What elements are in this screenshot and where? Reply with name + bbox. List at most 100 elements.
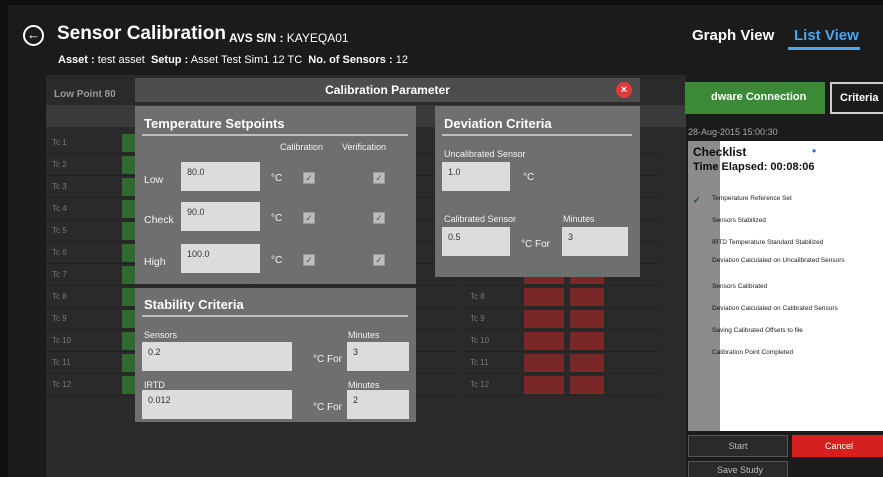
avs-serial: AVS S/N : KAYEQA01	[229, 31, 349, 45]
save-study-button[interactable]: Save Study	[688, 461, 788, 477]
row-label: Tc 8	[52, 292, 67, 301]
verification-low-checkbox[interactable]: ✓	[373, 172, 385, 184]
low-point-label: Low Point 80	[54, 89, 116, 100]
calibrated-minutes-input[interactable]: 3	[562, 227, 628, 256]
row-label: Tc 7	[52, 270, 67, 279]
table-row: Tc 9	[464, 308, 660, 330]
unit-label: °C	[271, 213, 283, 224]
table-cell	[570, 331, 604, 350]
hardware-connection-button[interactable]: dware Connection	[685, 82, 825, 114]
minutes-label: Minutes	[348, 330, 380, 340]
verification-check-checkbox[interactable]: ✓	[373, 212, 385, 224]
calibrated-sensor-label: Calibrated Sensor	[444, 214, 517, 224]
calibration-low-checkbox[interactable]: ✓	[303, 172, 315, 184]
table-row: Tc 10	[464, 330, 660, 352]
deviation-criteria-panel: Deviation Criteria Uncalibrated Sensor 1…	[435, 106, 640, 277]
unit-label: °C	[271, 255, 283, 266]
row-label: Tc 4	[52, 204, 67, 213]
date-time: 28-Aug-2015 15:00:30	[688, 127, 778, 137]
calibration-column-header: Calibration	[280, 142, 324, 152]
table-cell	[570, 287, 604, 306]
checklist-panel: Checklist • Time Elapsed: 00:08:06 ✓ Tem…	[688, 141, 883, 431]
row-label: Tc 11	[470, 358, 489, 367]
close-icon[interactable]: ×	[616, 82, 632, 98]
row-label: Tc 2	[52, 160, 67, 169]
tab-list-view[interactable]: List View	[794, 27, 859, 44]
row-label: Tc 3	[52, 182, 67, 191]
setpoint-high-label: High	[144, 256, 166, 268]
asset-label: Asset :	[58, 54, 95, 66]
active-tab-indicator	[788, 47, 860, 50]
table-cell	[570, 375, 604, 394]
unit-label: °C For	[313, 402, 342, 413]
unit-label: °C For	[521, 239, 550, 250]
uncalibrated-sensor-input[interactable]: 1.0	[442, 162, 510, 191]
table-row: Tc 8	[464, 286, 660, 308]
table-cell	[524, 287, 564, 306]
table-cell	[524, 375, 564, 394]
setpoint-low-input[interactable]: 80.0	[181, 162, 260, 191]
checklist-item: Deviation Calculated on Calibrated Senso…	[712, 305, 838, 312]
row-label: Tc 1	[52, 138, 67, 147]
temperature-setpoints-panel: Temperature Setpoints Calibration Verifi…	[135, 106, 416, 284]
sensors-count-label: No. of Sensors :	[308, 54, 393, 66]
verification-column-header: Verification	[342, 142, 387, 152]
checklist-item: Temperature Reference Set	[712, 195, 792, 202]
row-label: Tc 10	[52, 336, 72, 345]
minutes-label: Minutes	[348, 380, 380, 390]
panel-title: Temperature Setpoints	[144, 116, 285, 131]
row-label: Tc 8	[470, 292, 485, 301]
dialog-title: Calibration Parameter	[325, 83, 450, 97]
table-cell	[524, 309, 564, 328]
row-label: Tc 9	[52, 314, 67, 323]
back-arrow-icon[interactable]: ←	[23, 25, 44, 46]
setpoint-check-label: Check	[144, 214, 174, 226]
checklist-item: Sensors Calibrated	[712, 283, 768, 290]
sensors-minutes-input[interactable]: 3	[347, 342, 409, 371]
table-cell	[524, 331, 564, 350]
divider	[142, 315, 408, 317]
unit-label: °C	[271, 173, 283, 184]
table-row: Tc 12	[464, 374, 660, 396]
sensors-count-value: 12	[395, 54, 408, 66]
calibration-parameter-dialog-titlebar: Calibration Parameter ×	[135, 78, 640, 102]
verification-high-checkbox[interactable]: ✓	[373, 254, 385, 266]
checklist-item: Calibration Point Completed	[712, 349, 793, 356]
panel-title: Deviation Criteria	[444, 116, 552, 131]
avs-value: KAYEQA01	[286, 31, 349, 45]
sensors-stability-input[interactable]: 0.2	[142, 342, 292, 371]
calibration-high-checkbox[interactable]: ✓	[303, 254, 315, 266]
asset-info: Asset : test asset Setup : Asset Test Si…	[58, 54, 408, 66]
setpoint-check-input[interactable]: 90.0	[181, 202, 260, 231]
cancel-button[interactable]: Cancel	[792, 435, 883, 457]
row-label: Tc 6	[52, 248, 67, 257]
unit-label: °C	[523, 172, 535, 183]
checklist-item: IRTD Temperature Standard Stabilized	[712, 239, 824, 246]
stability-criteria-panel: Stability Criteria Sensors Minutes 0.2 °…	[135, 288, 416, 422]
sensors-label: Sensors	[144, 330, 178, 340]
divider	[442, 134, 632, 136]
page-title: Sensor Calibration	[57, 23, 226, 44]
setpoint-high-input[interactable]: 100.0	[181, 244, 260, 273]
row-label: Tc 9	[470, 314, 485, 323]
row-label: Tc 12	[52, 380, 72, 389]
row-label: Tc 10	[470, 336, 490, 345]
checklist-item: Sensors Stabilized	[712, 217, 766, 224]
table-cell	[570, 353, 604, 372]
tab-graph-view[interactable]: Graph View	[692, 27, 774, 44]
criteria-button[interactable]: Criteria	[830, 82, 883, 114]
row-label: Tc 12	[470, 380, 490, 389]
checklist-item: Deviation Calculated on Uncalibrated Sen…	[712, 257, 845, 264]
irtd-stability-input[interactable]: 0.012	[142, 390, 292, 419]
start-button[interactable]: Start	[688, 435, 788, 457]
divider	[142, 134, 408, 136]
panel-title: Stability Criteria	[144, 297, 244, 312]
asset-value: test asset	[97, 54, 145, 66]
avs-label: AVS S/N :	[229, 31, 284, 45]
calibrated-sensor-input[interactable]: 0.5	[442, 227, 510, 256]
row-label: Tc 5	[52, 226, 67, 235]
checklist-item: Saving Calibrated Offsets to file	[712, 327, 803, 334]
calibration-check-checkbox[interactable]: ✓	[303, 212, 315, 224]
irtd-minutes-input[interactable]: 2	[347, 390, 409, 419]
checklist-overlay	[688, 141, 720, 431]
